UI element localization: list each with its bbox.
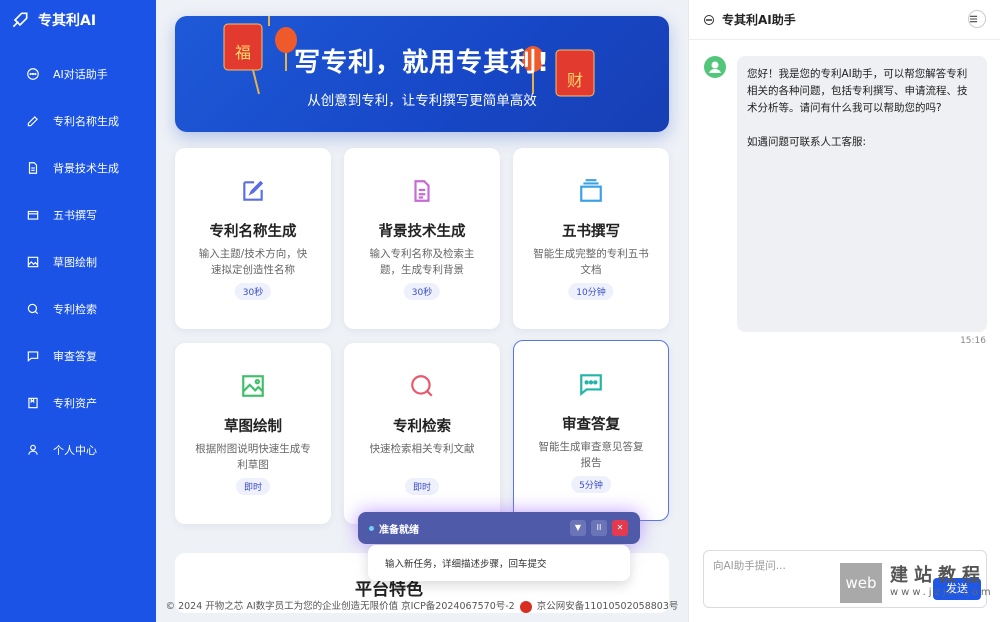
card-description: 快速检索相关专利文献 (369, 443, 475, 455)
card-title: 专利检索 (393, 419, 451, 435)
card-description: 输入专利名称及检索主题，生成专利背景 (369, 248, 475, 276)
sidebar-item-profile[interactable]: 个人中心 (0, 426, 156, 473)
sidebar-item-review[interactable]: 审查答复 (0, 332, 156, 379)
time-badge: 即时 (404, 478, 440, 495)
sidebar-item-ai-chat[interactable]: AI对话助手 (0, 50, 156, 97)
search-icon (411, 375, 433, 397)
feature-card-name-gen[interactable]: 专利名称生成 输入主题/技术方向，快速拟定创造性名称 30秒 (175, 148, 331, 329)
sidebar-nav: AI对话助手 专利名称生成 背景技术生成 五书撰写 草图绘制 专利检索 审查答复 (0, 50, 156, 473)
card-title: 专利名称生成 (209, 224, 297, 240)
document-icon (414, 180, 430, 202)
brand-name: 专其利AI (38, 13, 97, 29)
chat-bubble-icon (27, 67, 39, 80)
edit-icon (27, 115, 38, 126)
list-menu-icon (969, 15, 978, 23)
brand[interactable]: 专其利AI (0, 0, 156, 40)
agent-status: 准备就绪 (379, 525, 419, 536)
card-description: 智能生成完整的专利五书文档 (533, 248, 649, 276)
feature-card-sketch[interactable]: 草图绘制 根据附图说明快速生成专利草图 即时 (175, 343, 331, 524)
message-text: 您好！我是您的专利AI助手，可以帮您解答专利相关的各种问题，包括专利撰写、申请流… (747, 68, 968, 114)
sidebar-item-label: 专利检索 (53, 302, 97, 316)
chat-header: 专其利AI助手 (689, 0, 1000, 40)
sidebar-item-label: 五书撰写 (53, 208, 97, 222)
ai-chat-panel: 专其利AI助手 您好！我是您的专利AI助手，可以帮您解答专利相关的各种问题，包括… (688, 0, 1000, 622)
feature-card-background[interactable]: 背景技术生成 输入专利名称及检索主题，生成专利背景 30秒 (344, 148, 500, 329)
image-icon (242, 375, 264, 397)
user-icon (28, 444, 38, 455)
message-dots-icon (580, 374, 602, 397)
sidebar-item-sketch[interactable]: 草图绘制 (0, 238, 156, 285)
time-badge: 5分钟 (571, 476, 611, 493)
status-dot-icon (369, 526, 374, 531)
police-emblem-icon (519, 600, 532, 613)
agent-status-bar: 准备就绪 ▼ II ✕ (358, 512, 640, 544)
sidebar-item-five-books[interactable]: 五书撰写 (0, 191, 156, 238)
chat-menu-button[interactable] (968, 10, 986, 28)
footer-copyright: © 2024 开物之芯 AI数字员工为您的企业创造无限价值 京ICP备20240… (165, 601, 515, 612)
card-description: 智能生成审查意见答复报告 (538, 441, 644, 469)
rocket-logo-icon (12, 12, 28, 28)
footer-police-record[interactable]: 京公网安备11010502058803号 (537, 601, 679, 612)
agent-task-input[interactable]: 输入新任务，详细描述步骤，回车提交 (368, 545, 630, 581)
time-badge: 即时 (235, 478, 271, 495)
feature-card-five-books[interactable]: 五书撰写 智能生成完整的专利五书文档 10分钟 (513, 148, 669, 329)
assistant-avatar (704, 56, 726, 78)
card-description: 根据附图说明快速生成专利草图 (195, 443, 311, 471)
sidebar-item-label: 背景技术生成 (53, 161, 119, 175)
document-icon (28, 161, 38, 174)
hero-banner: 福 财 写专利，就用专其利! 从创意到专利，让专利撰写更简单高效 (175, 16, 669, 132)
user-icon (709, 61, 721, 73)
footer: © 2024 开物之芯 AI数字员工为您的企业创造无限价值 京ICP备20240… (156, 598, 688, 613)
assistant-message: 您好！我是您的专利AI助手，可以帮您解答专利相关的各种问题，包括专利撰写、申请流… (737, 56, 987, 332)
edit-icon (243, 180, 264, 201)
sidebar-item-background[interactable]: 背景技术生成 (0, 144, 156, 191)
message-timestamp: 15:16 (960, 336, 986, 346)
sidebar-item-label: 审查答复 (53, 349, 97, 363)
chat-title: 专其利AI助手 (722, 13, 796, 27)
pause-button[interactable]: II (591, 520, 607, 536)
card-title: 审查答复 (562, 417, 620, 433)
message-contact-text: 如遇问题可联系人工客服: (747, 136, 867, 148)
banner-subtitle: 从创意到专利，让专利撰写更简单高效 (307, 93, 537, 109)
sidebar-item-label: 专利资产 (53, 396, 97, 410)
sidebar-item-label: 专利名称生成 (53, 114, 119, 128)
search-icon (27, 303, 39, 314)
sidebar-item-label: 草图绘制 (53, 255, 97, 269)
message-dots-icon (27, 350, 39, 362)
bookmark-icon (28, 397, 38, 408)
banner-title: 写专利，就用专其利! (294, 48, 550, 78)
card-title: 草图绘制 (224, 419, 282, 435)
image-icon (27, 256, 39, 267)
time-badge: 30秒 (234, 283, 272, 300)
feature-card-search[interactable]: 专利检索 快速检索相关专利文献 即时 (344, 343, 500, 524)
sidebar-item-label: 个人中心 (53, 443, 97, 457)
card-description: 输入主题/技术方向，快速拟定创造性名称 (198, 248, 308, 276)
collapse-button[interactable]: ▼ (570, 520, 586, 536)
sidebar-item-name-gen[interactable]: 专利名称生成 (0, 97, 156, 144)
close-button[interactable]: ✕ (612, 520, 628, 536)
send-button[interactable]: 发送 (933, 578, 981, 600)
sidebar-item-assets[interactable]: 专利资产 (0, 379, 156, 426)
time-badge: 10分钟 (568, 283, 614, 300)
time-badge: 30秒 (403, 283, 441, 300)
layers-icon (27, 210, 39, 220)
feature-card-review[interactable]: 审查答复 智能生成审查意见答复报告 5分钟 (513, 340, 669, 521)
layers-icon (580, 179, 602, 202)
card-title: 背景技术生成 (378, 224, 466, 240)
chat-bubble-icon (704, 14, 714, 25)
sidebar-item-label: AI对话助手 (53, 67, 108, 81)
card-title: 五书撰写 (562, 224, 620, 240)
sidebar: 专其利AI AI对话助手 专利名称生成 背景技术生成 五书撰写 草图绘制 专利检… (0, 0, 156, 622)
sidebar-item-search[interactable]: 专利检索 (0, 285, 156, 332)
